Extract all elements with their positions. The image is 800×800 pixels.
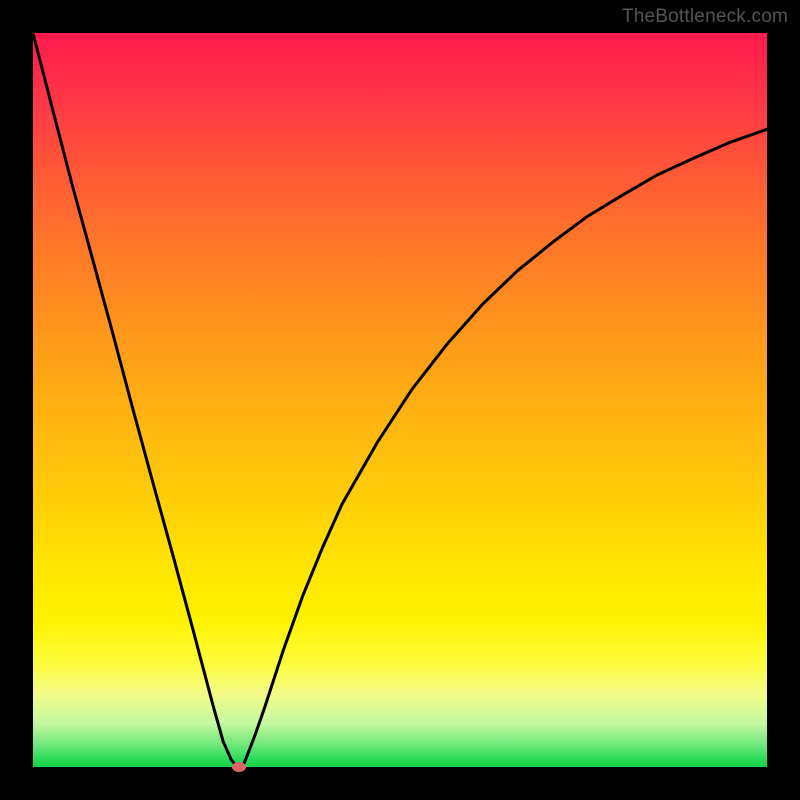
chart-frame: TheBottleneck.com — [0, 0, 800, 800]
bottleneck-curve — [33, 33, 767, 767]
plot-area — [33, 33, 767, 767]
minimum-marker — [232, 762, 246, 772]
watermark-text: TheBottleneck.com — [622, 6, 788, 28]
curve-path — [33, 33, 767, 767]
